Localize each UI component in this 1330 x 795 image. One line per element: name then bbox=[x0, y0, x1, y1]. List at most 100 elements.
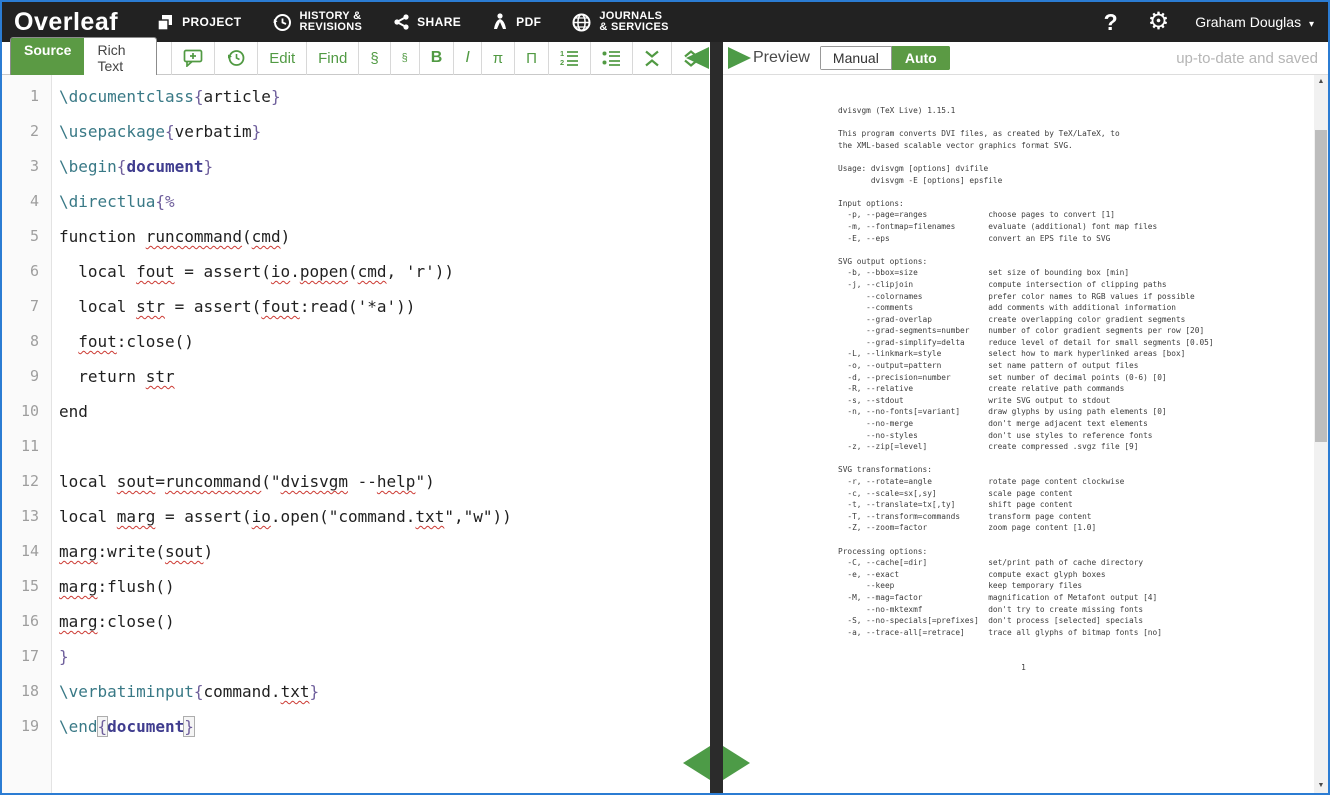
line-number: 7 bbox=[2, 289, 52, 324]
add-comment-button[interactable] bbox=[171, 42, 214, 75]
line-number: 4 bbox=[2, 184, 52, 219]
code-line[interactable]: 9 return str bbox=[2, 359, 710, 394]
svg-text:1: 1 bbox=[560, 49, 564, 58]
nav-history-label: HISTORY & REVISIONS bbox=[300, 11, 363, 34]
inline-math-button[interactable]: π bbox=[481, 42, 514, 75]
code-line[interactable]: 13local marg = assert(io.open("command.t… bbox=[2, 499, 710, 534]
line-number: 17 bbox=[2, 639, 52, 674]
code-line[interactable]: 7 local str = assert(fout:read('*a')) bbox=[2, 289, 710, 324]
subsection-button[interactable]: § bbox=[390, 42, 419, 75]
code-line[interactable]: 4\directlua{% bbox=[2, 184, 710, 219]
code-line[interactable]: 10end bbox=[2, 394, 710, 429]
code-line[interactable]: 5function runcommand(cmd) bbox=[2, 219, 710, 254]
code-line[interactable]: 11 bbox=[2, 429, 710, 464]
pane-divider[interactable] bbox=[710, 42, 723, 793]
nav-share-label: SHARE bbox=[417, 15, 461, 29]
source-mode-button[interactable]: Source bbox=[11, 38, 84, 78]
line-number: 8 bbox=[2, 324, 52, 359]
pdf-text: dvisvgm (TeX Live) 1.15.1 This program c… bbox=[838, 105, 1214, 673]
code-text: \end{document} bbox=[52, 709, 194, 744]
code-text: \directlua{% bbox=[52, 184, 175, 219]
line-number: 19 bbox=[2, 709, 52, 744]
line-number: 6 bbox=[2, 254, 52, 289]
code-text: local str = assert(fout:read('*a')) bbox=[52, 289, 415, 324]
code-lines: 1\documentclass{article}2\usepackage{ver… bbox=[2, 79, 710, 744]
user-name: Graham Douglas bbox=[1195, 14, 1301, 30]
compile-mode-toggle: Manual Auto bbox=[820, 46, 950, 70]
preview-scrollbar: ▲ ▼ bbox=[1314, 75, 1328, 793]
italic-button[interactable]: I bbox=[453, 42, 480, 75]
code-text: marg:flush() bbox=[52, 569, 175, 604]
code-text: \begin{document} bbox=[52, 149, 213, 184]
collapse-editor-arrow-bottom[interactable] bbox=[683, 746, 710, 780]
scroll-up-arrow[interactable]: ▲ bbox=[1314, 75, 1328, 89]
line-number: 10 bbox=[2, 394, 52, 429]
preview-label: Preview bbox=[753, 49, 810, 67]
pdf-preview-pane[interactable]: dvisvgm (TeX Live) 1.15.1 This program c… bbox=[723, 75, 1328, 793]
display-math-button[interactable]: Π bbox=[514, 42, 548, 75]
overleaf-logo[interactable]: Overleaf bbox=[14, 8, 118, 37]
globe-icon bbox=[571, 12, 592, 33]
help-button[interactable]: ? bbox=[1104, 9, 1118, 36]
collapse-button[interactable] bbox=[632, 42, 671, 75]
user-menu[interactable]: Graham Douglas ▾ bbox=[1195, 14, 1314, 30]
code-line[interactable]: 18\verbatiminput{command.txt} bbox=[2, 674, 710, 709]
bold-button[interactable]: B bbox=[419, 42, 454, 75]
code-text: fout:close() bbox=[52, 324, 194, 359]
nav-history-revisions[interactable]: HISTORY & REVISIONS bbox=[272, 11, 363, 34]
code-text: } bbox=[52, 639, 69, 674]
line-number: 12 bbox=[2, 464, 52, 499]
edit-menu-button[interactable]: Edit bbox=[257, 42, 306, 75]
code-line[interactable]: 3\begin{document} bbox=[2, 149, 710, 184]
line-number: 2 bbox=[2, 114, 52, 149]
code-line[interactable]: 1\documentclass{article} bbox=[2, 79, 710, 114]
scrollbar-thumb[interactable] bbox=[1315, 130, 1327, 442]
line-number: 5 bbox=[2, 219, 52, 254]
expand-preview-arrow-bottom[interactable] bbox=[723, 746, 750, 780]
save-status: up-to-date and saved bbox=[950, 50, 1328, 67]
line-number: 15 bbox=[2, 569, 52, 604]
code-line[interactable]: 15marg:flush() bbox=[2, 569, 710, 604]
expand-preview-arrow[interactable] bbox=[728, 47, 751, 69]
code-line[interactable]: 14marg:write(sout) bbox=[2, 534, 710, 569]
code-text: local sout=runcommand("dvisvgm --help") bbox=[52, 464, 435, 499]
code-text: local fout = assert(io.popen(cmd, 'r')) bbox=[52, 254, 454, 289]
mode-toggle: Source Rich Text bbox=[10, 37, 157, 79]
code-line[interactable]: 6 local fout = assert(io.popen(cmd, 'r')… bbox=[2, 254, 710, 289]
rich-text-mode-button[interactable]: Rich Text bbox=[84, 38, 156, 78]
nav-pdf[interactable]: PDF bbox=[491, 12, 541, 32]
content-area: Source Rich Text Edit Find § § B I π Π bbox=[2, 42, 1328, 793]
nav-share[interactable]: SHARE bbox=[392, 13, 461, 31]
scroll-down-arrow[interactable]: ▼ bbox=[1314, 779, 1328, 793]
code-line[interactable]: 17} bbox=[2, 639, 710, 674]
ordered-list-icon: 12 bbox=[560, 49, 579, 67]
collapse-editor-arrow[interactable] bbox=[686, 47, 709, 69]
find-button[interactable]: Find bbox=[306, 42, 358, 75]
bullet-list-button[interactable] bbox=[590, 42, 632, 75]
manual-compile-button[interactable]: Manual bbox=[820, 46, 892, 70]
clock-history-icon bbox=[226, 48, 246, 68]
nav-project[interactable]: PROJECT bbox=[156, 13, 241, 32]
code-line[interactable]: 8 fout:close() bbox=[2, 324, 710, 359]
code-text: local marg = assert(io.open("command.txt… bbox=[52, 499, 512, 534]
chevrons-inward-icon bbox=[644, 50, 660, 67]
code-editor[interactable]: 1\documentclass{article}2\usepackage{ver… bbox=[2, 75, 710, 793]
svg-text:2: 2 bbox=[560, 58, 564, 67]
code-line[interactable]: 16marg:close() bbox=[2, 604, 710, 639]
code-line[interactable]: 2\usepackage{verbatim} bbox=[2, 114, 710, 149]
unordered-list-icon bbox=[602, 49, 621, 67]
top-navbar: Overleaf PROJECT HISTORY & REVISIONS SHA… bbox=[2, 2, 1328, 42]
chevron-down-icon: ▾ bbox=[1309, 19, 1314, 30]
line-number: 11 bbox=[2, 429, 52, 464]
section-button[interactable]: § bbox=[358, 42, 389, 75]
numbered-list-button[interactable]: 12 bbox=[548, 42, 590, 75]
clock-history-icon bbox=[272, 12, 293, 33]
code-line[interactable]: 12local sout=runcommand("dvisvgm --help"… bbox=[2, 464, 710, 499]
nav-pdf-label: PDF bbox=[516, 15, 541, 29]
track-changes-button[interactable] bbox=[214, 42, 257, 75]
nav-journals-services[interactable]: JOURNALS & SERVICES bbox=[571, 11, 668, 34]
settings-gear-icon[interactable]: ⚙ bbox=[1148, 10, 1170, 34]
code-line[interactable]: 19\end{document} bbox=[2, 709, 710, 744]
auto-compile-button[interactable]: Auto bbox=[892, 46, 950, 70]
line-number: 1 bbox=[2, 79, 52, 114]
